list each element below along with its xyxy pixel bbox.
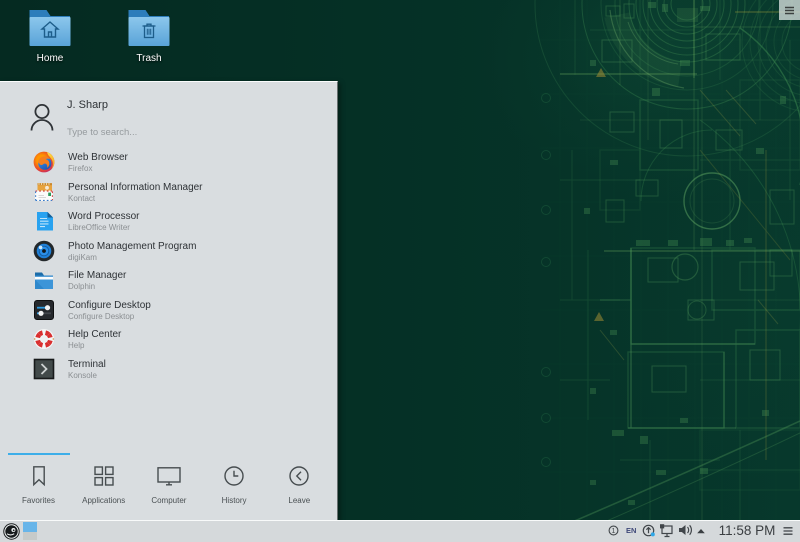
svg-text:1: 1 [612,528,616,535]
